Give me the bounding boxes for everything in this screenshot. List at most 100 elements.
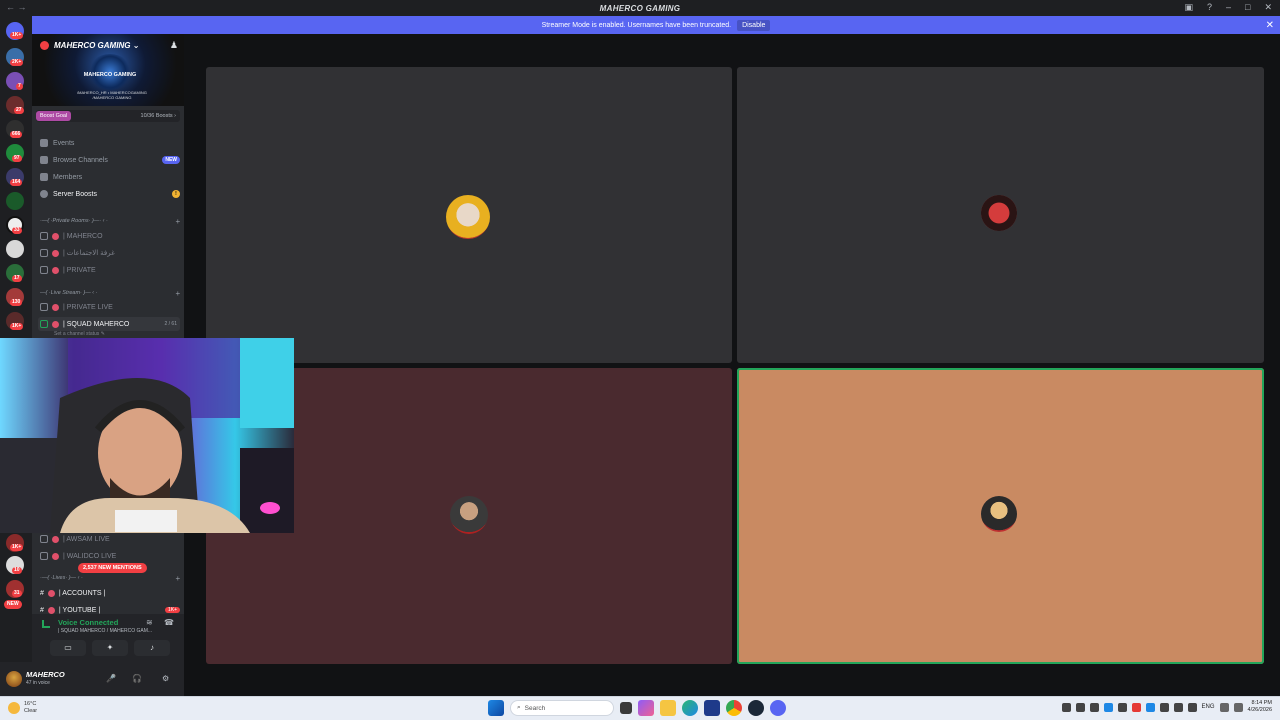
- tray-app-icon[interactable]: [1075, 702, 1085, 712]
- activities-button[interactable]: ✦: [92, 640, 128, 656]
- category-live-stream[interactable]: —( ·Live Stream· )— ‹ · +: [40, 288, 180, 298]
- banner-text: Streamer Mode is enabled. Usernames have…: [541, 21, 732, 29]
- search-input[interactable]: ⌕ Search: [510, 700, 614, 716]
- username[interactable]: MAHERCO: [26, 670, 65, 679]
- server-name[interactable]: MAHERCO GAMING ⌄: [54, 41, 139, 50]
- new-mentions-pill[interactable]: 2,537 NEW MENTIONS: [78, 563, 147, 573]
- emoji-icon: [52, 535, 59, 543]
- voice-channel-private[interactable]: | PRIVATE: [38, 263, 180, 277]
- server-boosts-item[interactable]: Server Boosts!: [40, 187, 180, 201]
- voice-channel-walidco[interactable]: | WALIDCO LIVE: [38, 549, 180, 563]
- share-screen-button[interactable]: ▭: [50, 640, 86, 656]
- events-item[interactable]: Events: [40, 136, 180, 150]
- copilot-icon[interactable]: [638, 700, 654, 716]
- text-channel-accounts[interactable]: # | ACCOUNTS |: [38, 586, 180, 600]
- windows-taskbar: 16°C Clear ⌕ Search ENG 8:14 PM 4/26/2026: [0, 696, 1280, 720]
- search-icon: ⌕: [517, 704, 521, 711]
- voice-channel-link[interactable]: | SQUAD MAHERCO / MAHERCO GAM...: [58, 628, 152, 634]
- participant-tile[interactable]: [737, 67, 1264, 363]
- signal-icon[interactable]: [42, 620, 50, 628]
- browse-channels-item[interactable]: Browse Channels NEW: [40, 153, 180, 167]
- category-private-rooms[interactable]: ·—( ·Private Rooms· )—· ‹ · +: [40, 216, 180, 226]
- maximize-button[interactable]: □: [1245, 2, 1250, 13]
- tray-app-icon[interactable]: [1117, 702, 1127, 712]
- language-indicator[interactable]: ENG: [1202, 704, 1215, 710]
- boost-goal-label: Boost Goal: [36, 111, 72, 121]
- participant-avatar: [981, 195, 1017, 231]
- emoji-icon: [52, 266, 59, 274]
- voice-channel-awsam[interactable]: | AWSAM LIVE: [38, 532, 180, 546]
- invite-people-icon[interactable]: ♟: [170, 40, 178, 51]
- avatar[interactable]: [6, 671, 22, 687]
- bluetooth-icon[interactable]: [1145, 702, 1155, 712]
- close-window-button[interactable]: ✕: [1264, 2, 1272, 13]
- tray-app-icon[interactable]: [1159, 702, 1169, 712]
- weather-condition: Clear: [24, 708, 38, 714]
- server-badge: 1K+: [10, 544, 24, 551]
- user-count: 2 / 61: [164, 321, 177, 327]
- server-icon[interactable]: [6, 240, 24, 258]
- new-badge: NEW: [4, 600, 22, 609]
- disconnect-icon[interactable]: ☎: [164, 618, 174, 627]
- server-badge: 31: [12, 590, 22, 597]
- members-item[interactable]: Members: [40, 170, 180, 184]
- add-channel-icon[interactable]: +: [175, 289, 180, 298]
- server-icon[interactable]: [6, 192, 24, 210]
- window-controls: ▣ ? – □ ✕: [1184, 2, 1272, 13]
- edge-icon[interactable]: [682, 700, 698, 716]
- start-icon[interactable]: [488, 700, 504, 716]
- headset-icon[interactable]: 🎧: [132, 674, 142, 683]
- noise-suppression-icon[interactable]: ≋: [146, 618, 153, 627]
- taskbar-apps: ⌕ Search: [488, 700, 786, 716]
- members-icon: [40, 173, 48, 181]
- emoji-icon: [47, 606, 55, 614]
- chrome-icon[interactable]: [726, 700, 742, 716]
- chevron-up-icon[interactable]: [1187, 702, 1197, 712]
- add-channel-icon[interactable]: +: [175, 217, 180, 226]
- emoji-icon: [52, 552, 59, 560]
- boost-goal-bar[interactable]: Boost Goal 10/36 Boosts ›: [36, 110, 180, 122]
- server-logo-text: MAHERCO GAMING: [83, 72, 137, 78]
- wifi-icon[interactable]: [1219, 702, 1229, 712]
- clock[interactable]: 8:14 PM 4/26/2026: [1248, 700, 1272, 714]
- hash-icon: #: [40, 589, 44, 597]
- weather-widget[interactable]: 16°C Clear: [8, 701, 37, 715]
- tray-app-icon[interactable]: [1103, 702, 1113, 712]
- disable-streamer-button[interactable]: Disable: [737, 19, 771, 31]
- file-explorer-icon[interactable]: [660, 700, 676, 716]
- volume-icon[interactable]: [1233, 702, 1243, 712]
- server-badge: 7: [16, 83, 23, 90]
- voice-channel-private-live[interactable]: | PRIVATE LIVE: [38, 300, 180, 314]
- voice-channel-maherco[interactable]: | MAHERCO: [38, 229, 180, 243]
- soundboard-button[interactable]: ♪: [134, 640, 170, 656]
- help-icon[interactable]: ?: [1207, 2, 1212, 13]
- inbox-icon[interactable]: ▣: [1184, 2, 1193, 13]
- category-lives[interactable]: ·—( ·Lives· )— ‹ · +: [40, 573, 180, 583]
- server-header[interactable]: MAHERCO GAMING /MAHERCO_HR • MAHERCOGAMI…: [32, 34, 184, 106]
- participant-tile[interactable]: [206, 67, 732, 363]
- task-view-icon[interactable]: [620, 702, 632, 714]
- calendar-icon: [40, 139, 48, 147]
- close-banner-icon[interactable]: ✕: [1266, 20, 1274, 31]
- minimize-button[interactable]: –: [1226, 2, 1231, 13]
- tray-app-icon[interactable]: [1131, 702, 1141, 712]
- tray-app-icon[interactable]: [1061, 702, 1071, 712]
- new-badge: NEW: [162, 156, 180, 164]
- voice-channel-squad[interactable]: | SQUAD MAHERCO 2 / 61: [38, 317, 180, 331]
- server-badge: 10: [12, 567, 22, 574]
- voice-channel-meetings[interactable]: | غرفة الاجتماعات: [38, 246, 180, 260]
- channel-status[interactable]: Set a channel status ✎: [54, 331, 105, 337]
- tray-app-icon[interactable]: [1173, 702, 1183, 712]
- speaker-icon: [40, 535, 48, 543]
- hash-icon: #: [40, 606, 44, 614]
- discord-icon[interactable]: [770, 700, 786, 716]
- voice-connected-title: Voice Connected: [58, 618, 119, 627]
- tray-app-icon[interactable]: [1089, 702, 1099, 712]
- add-channel-icon[interactable]: +: [175, 574, 180, 583]
- participant-tile-speaking[interactable]: [737, 368, 1264, 664]
- mic-icon[interactable]: 🎤: [106, 674, 116, 683]
- settings-icon[interactable]: ⚙: [162, 674, 169, 683]
- speaker-icon: [40, 320, 48, 328]
- store-icon[interactable]: [704, 700, 720, 716]
- steam-icon[interactable]: [748, 700, 764, 716]
